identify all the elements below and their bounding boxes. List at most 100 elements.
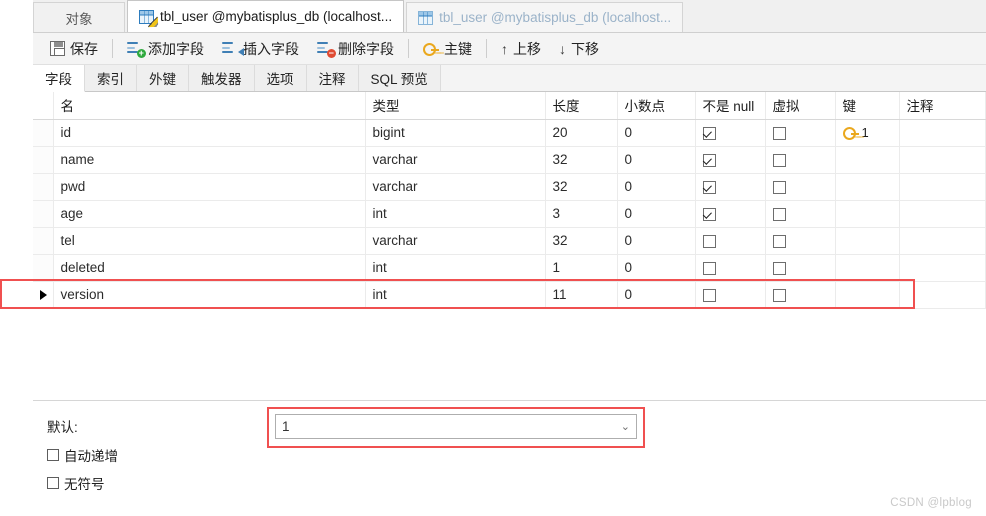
not-null-checkbox[interactable] — [702, 288, 716, 302]
cell-field-length[interactable]: 11 — [545, 281, 618, 309]
cell-field-decimals[interactable]: 0 — [617, 281, 696, 309]
auto-increment-checkbox[interactable] — [47, 449, 59, 461]
cell-field-type[interactable]: bigint — [365, 119, 546, 147]
cell-field-length[interactable]: 1 — [545, 254, 618, 282]
cell-field-name[interactable]: pwd — [53, 173, 366, 201]
virtual-cell[interactable] — [765, 146, 836, 174]
row-selector[interactable] — [33, 281, 54, 309]
cell-field-name[interactable]: age — [53, 200, 366, 228]
not-null-cell[interactable] — [695, 227, 766, 255]
cell-field-comment[interactable] — [899, 146, 986, 174]
cell-field-length[interactable]: 32 — [545, 227, 618, 255]
virtual-checkbox[interactable] — [772, 288, 786, 302]
cell-field-type[interactable]: varchar — [365, 227, 546, 255]
subtab-6[interactable]: SQL 预览 — [358, 65, 441, 91]
row-selector[interactable] — [33, 146, 54, 174]
unsigned-row[interactable]: 无符号 — [47, 473, 986, 493]
virtual-checkbox[interactable] — [772, 207, 786, 221]
row-selector[interactable] — [33, 227, 54, 255]
cell-field-key[interactable] — [835, 227, 900, 255]
subtab-1[interactable]: 索引 — [85, 65, 137, 91]
table-row[interactable]: id bigint 20 0 1 — [33, 119, 986, 147]
cell-field-type[interactable]: varchar — [365, 173, 546, 201]
cell-field-name[interactable]: version — [53, 281, 366, 309]
not-null-checkbox[interactable] — [702, 126, 716, 140]
subtab-3[interactable]: 触发器 — [189, 65, 255, 91]
table-row[interactable]: tel varchar 32 0 — [33, 227, 986, 255]
column-header-not-null[interactable]: 不是 null — [695, 92, 766, 120]
insert-field-button[interactable]: 插入字段 — [213, 37, 308, 61]
cell-field-comment[interactable] — [899, 173, 986, 201]
row-selector[interactable] — [33, 254, 54, 282]
not-null-checkbox[interactable] — [702, 207, 716, 221]
not-null-cell[interactable] — [695, 119, 766, 147]
unsigned-checkbox[interactable] — [47, 477, 59, 489]
move-down-button[interactable]: ↓ 下移 — [550, 37, 608, 61]
not-null-cell[interactable] — [695, 254, 766, 282]
add-field-button[interactable]: + 添加字段 — [118, 37, 213, 61]
cell-field-decimals[interactable]: 0 — [617, 146, 696, 174]
virtual-checkbox[interactable] — [772, 126, 786, 140]
cell-field-length[interactable]: 32 — [545, 146, 618, 174]
column-header-name[interactable]: 名 — [53, 92, 366, 120]
cell-field-name[interactable]: id — [53, 119, 366, 147]
virtual-cell[interactable] — [765, 281, 836, 309]
cell-field-name[interactable]: deleted — [53, 254, 366, 282]
cell-field-name[interactable]: tel — [53, 227, 366, 255]
save-button[interactable]: 保存 — [41, 37, 107, 61]
column-header-type[interactable]: 类型 — [365, 92, 546, 120]
cell-field-type[interactable]: varchar — [365, 146, 546, 174]
cell-field-decimals[interactable]: 0 — [617, 119, 696, 147]
subtab-5[interactable]: 注释 — [306, 65, 359, 91]
cell-field-key[interactable] — [835, 281, 900, 309]
move-up-button[interactable]: ↑ 上移 — [492, 37, 550, 61]
not-null-cell[interactable] — [695, 146, 766, 174]
table-row[interactable]: age int 3 0 — [33, 200, 986, 228]
cell-field-type[interactable]: int — [365, 281, 546, 309]
virtual-checkbox[interactable] — [772, 234, 786, 248]
tab-objects[interactable]: 对象 — [33, 2, 125, 32]
not-null-cell[interactable] — [695, 281, 766, 309]
row-selector[interactable] — [33, 200, 54, 228]
subtab-0[interactable]: 字段 — [33, 65, 85, 92]
cell-field-comment[interactable] — [899, 254, 986, 282]
column-header-decimals[interactable]: 小数点 — [617, 92, 696, 120]
subtab-4[interactable]: 选项 — [254, 65, 307, 91]
tab-table-data[interactable]: tbl_user @mybatisplus_db (localhost... — [406, 2, 684, 32]
row-selector[interactable] — [33, 119, 54, 147]
cell-field-name[interactable]: name — [53, 146, 366, 174]
cell-field-key[interactable] — [835, 254, 900, 282]
not-null-cell[interactable] — [695, 200, 766, 228]
column-header-key[interactable]: 键 — [835, 92, 900, 120]
default-value-combobox[interactable]: 1 ⌄ — [275, 413, 637, 439]
subtab-2[interactable]: 外键 — [137, 65, 189, 91]
not-null-checkbox[interactable] — [702, 180, 716, 194]
virtual-checkbox[interactable] — [772, 180, 786, 194]
delete-field-button[interactable]: − 删除字段 — [308, 37, 403, 61]
table-row[interactable]: deleted int 1 0 — [33, 254, 986, 282]
cell-field-decimals[interactable]: 0 — [617, 227, 696, 255]
primary-key-button[interactable]: 主键 — [414, 37, 481, 61]
cell-field-comment[interactable] — [899, 119, 986, 147]
virtual-cell[interactable] — [765, 254, 836, 282]
auto-increment-row[interactable]: 自动递增 — [47, 445, 986, 465]
virtual-checkbox[interactable] — [772, 261, 786, 275]
cell-field-key[interactable]: 1 — [835, 119, 900, 147]
virtual-cell[interactable] — [765, 119, 836, 147]
cell-field-key[interactable] — [835, 173, 900, 201]
column-header-virtual[interactable]: 虚拟 — [765, 92, 836, 120]
column-header-comment[interactable]: 注释 — [899, 92, 986, 120]
cell-field-comment[interactable] — [899, 200, 986, 228]
table-row[interactable]: version int 11 0 — [33, 281, 986, 309]
cell-field-comment[interactable] — [899, 227, 986, 255]
cell-field-type[interactable]: int — [365, 200, 546, 228]
virtual-checkbox[interactable] — [772, 153, 786, 167]
cell-field-key[interactable] — [835, 146, 900, 174]
virtual-cell[interactable] — [765, 227, 836, 255]
virtual-cell[interactable] — [765, 200, 836, 228]
cell-field-length[interactable]: 3 — [545, 200, 618, 228]
table-row[interactable]: name varchar 32 0 — [33, 146, 986, 174]
not-null-cell[interactable] — [695, 173, 766, 201]
cell-field-type[interactable]: int — [365, 254, 546, 282]
cell-field-length[interactable]: 32 — [545, 173, 618, 201]
